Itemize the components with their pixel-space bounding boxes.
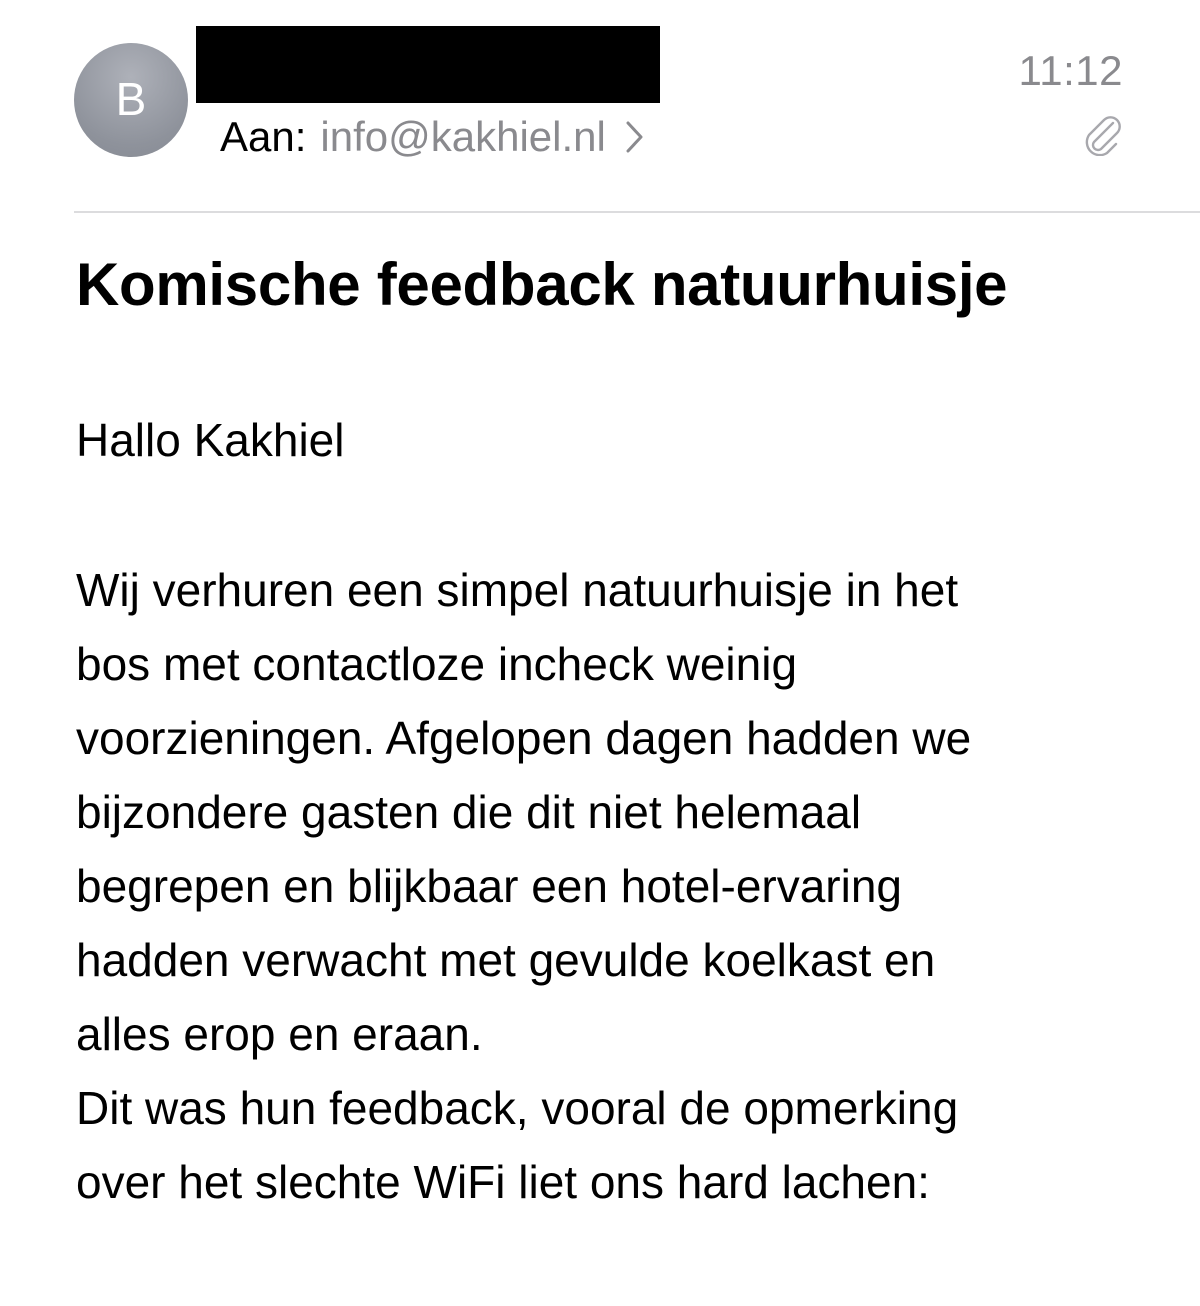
recipient-row[interactable]: Aan: info@kakhiel.nl [220,113,646,161]
message-time: 11:12 [1018,47,1123,94]
avatar-initial: B [115,73,147,125]
message-greeting: Hallo Kakhiel [76,414,345,466]
message-subject: Komische feedback natuurhuisje [76,251,1008,318]
header-divider [74,211,1200,213]
sender-avatar[interactable]: B [74,43,188,157]
chevron-right-icon[interactable] [624,119,646,155]
recipient-label: Aan: [220,113,307,160]
paperclip-icon [1085,116,1121,156]
message-body: Wij verhuren een simpel natuurhuisje in … [76,564,972,1208]
recipient-address[interactable]: info@kakhiel.nl [320,116,605,158]
sender-name-redaction [196,26,660,103]
